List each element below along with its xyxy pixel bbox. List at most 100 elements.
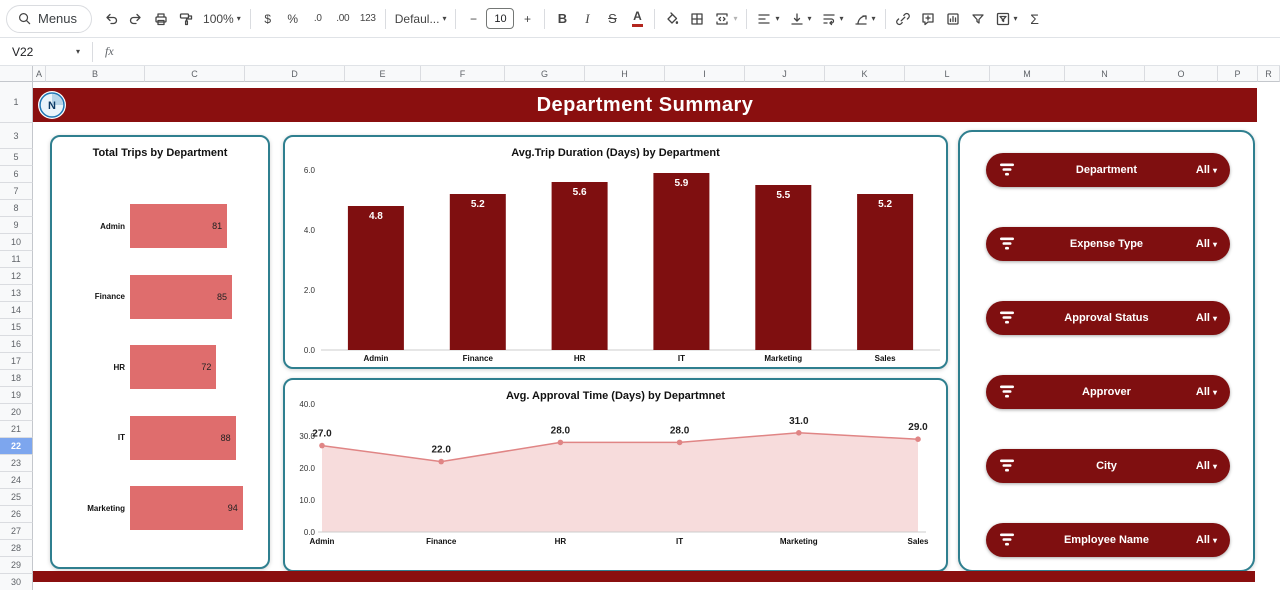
horizontal-align-button[interactable]: ▾ — [752, 6, 783, 32]
vertical-align-button[interactable]: ▾ — [785, 6, 816, 32]
row-header-5[interactable]: 5 — [0, 149, 33, 166]
row-header-15[interactable]: 15 — [0, 319, 33, 336]
slicer-city[interactable]: CityAll ▾ — [986, 449, 1230, 483]
row-header-6[interactable]: 6 — [0, 166, 33, 183]
functions-button[interactable]: Σ — [1023, 6, 1047, 32]
row-header-28[interactable]: 28 — [0, 540, 33, 557]
select-all-corner[interactable] — [0, 66, 33, 82]
column-header-N[interactable]: N — [1065, 66, 1145, 82]
column-header-A[interactable]: A — [33, 66, 46, 82]
decrease-decimal-button[interactable]: .0 — [306, 6, 330, 32]
insert-chart-button[interactable] — [941, 6, 965, 32]
row-header-10[interactable]: 10 — [0, 234, 33, 251]
slicer-approval-status[interactable]: Approval StatusAll ▾ — [986, 301, 1230, 335]
trip-duration-title: Avg.Trip Duration (Days) by Department — [285, 147, 946, 159]
slicer-value-dropdown[interactable]: All ▾ — [1196, 238, 1217, 250]
column-header-O[interactable]: O — [1145, 66, 1218, 82]
row-header-16[interactable]: 16 — [0, 336, 33, 353]
row-header-11[interactable]: 11 — [0, 251, 33, 268]
merge-cells-icon — [714, 11, 730, 27]
slicer-employee-name[interactable]: Employee NameAll ▾ — [986, 523, 1230, 557]
row-header-19[interactable]: 19 — [0, 387, 33, 404]
row-header-14[interactable]: 14 — [0, 302, 33, 319]
column-header-H[interactable]: H — [585, 66, 665, 82]
trip-duration-panel: Avg.Trip Duration (Days) by Department 0… — [283, 135, 948, 369]
text-color-button[interactable]: A — [625, 6, 649, 32]
text-rotation-button[interactable]: ▾ — [849, 6, 880, 32]
column-header-P[interactable]: P — [1218, 66, 1258, 82]
row-header-29[interactable]: 29 — [0, 557, 33, 574]
chevron-down-icon: ▾ — [442, 14, 446, 23]
borders-icon — [689, 11, 705, 27]
row-header-1[interactable]: 1 — [0, 82, 33, 123]
menus-button[interactable]: Menus — [6, 5, 92, 33]
column-header-D[interactable]: D — [245, 66, 345, 82]
slicer-department[interactable]: DepartmentAll ▾ — [986, 153, 1230, 187]
row-header-27[interactable]: 27 — [0, 523, 33, 540]
row-header-25[interactable]: 25 — [0, 489, 33, 506]
column-header-F[interactable]: F — [421, 66, 505, 82]
slicer-value-dropdown[interactable]: All ▾ — [1196, 534, 1217, 546]
decrease-font-size-button[interactable]: − — [461, 6, 485, 32]
column-header-I[interactable]: I — [665, 66, 745, 82]
bar-value-label: 85 — [217, 292, 227, 302]
filter-views-button[interactable]: ▾ — [991, 6, 1022, 32]
strikethrough-button[interactable]: S — [600, 6, 624, 32]
column-header-J[interactable]: J — [745, 66, 825, 82]
increase-decimal-button[interactable]: .00 — [331, 6, 355, 32]
zoom-select[interactable]: 100% ▾ — [199, 6, 245, 32]
increase-font-size-button[interactable]: + — [515, 6, 539, 32]
fill-color-button[interactable] — [660, 6, 684, 32]
currency-format-button[interactable]: $ — [256, 6, 280, 32]
percent-format-button[interactable]: % — [281, 6, 305, 32]
column-header-L[interactable]: L — [905, 66, 990, 82]
merge-cells-button[interactable]: ▾ — [710, 6, 741, 32]
slicer-value-dropdown[interactable]: All ▾ — [1196, 386, 1217, 398]
column-header-M[interactable]: M — [990, 66, 1065, 82]
row-header-8[interactable]: 8 — [0, 200, 33, 217]
row-header-17[interactable]: 17 — [0, 353, 33, 370]
column-header-K[interactable]: K — [825, 66, 905, 82]
row-header-21[interactable]: 21 — [0, 421, 33, 438]
chevron-down-icon: ▾ — [237, 14, 241, 23]
redo-button[interactable] — [124, 6, 148, 32]
formula-input[interactable] — [124, 38, 1280, 65]
row-header-12[interactable]: 12 — [0, 268, 33, 285]
bold-button[interactable]: B — [550, 6, 574, 32]
row-header-9[interactable]: 9 — [0, 217, 33, 234]
insert-comment-button[interactable] — [916, 6, 940, 32]
row-header-26[interactable]: 26 — [0, 506, 33, 523]
undo-button[interactable] — [99, 6, 123, 32]
column-header-R[interactable]: R — [1258, 66, 1280, 82]
insert-link-button[interactable] — [891, 6, 915, 32]
italic-button[interactable]: I — [575, 6, 599, 32]
font-select[interactable]: Defaul... ▾ — [391, 6, 451, 32]
column-header-B[interactable]: B — [46, 66, 145, 82]
row-header-13[interactable]: 13 — [0, 285, 33, 302]
slicer-value-dropdown[interactable]: All ▾ — [1196, 460, 1217, 472]
borders-button[interactable] — [685, 6, 709, 32]
row-header-30[interactable]: 30 — [0, 574, 33, 590]
column-header-C[interactable]: C — [145, 66, 245, 82]
slicer-approver[interactable]: ApproverAll ▾ — [986, 375, 1230, 409]
name-box[interactable]: V22 ▾ — [0, 45, 88, 59]
row-header-24[interactable]: 24 — [0, 472, 33, 489]
paint-format-button[interactable] — [174, 6, 198, 32]
row-header-18[interactable]: 18 — [0, 370, 33, 387]
font-size-input[interactable] — [486, 8, 514, 29]
row-header-22[interactable]: 22 — [0, 438, 33, 455]
row-header-7[interactable]: 7 — [0, 183, 33, 200]
row-header-20[interactable]: 20 — [0, 404, 33, 421]
column-header-E[interactable]: E — [345, 66, 421, 82]
print-button[interactable] — [149, 6, 173, 32]
row-header-3[interactable]: 3 — [0, 123, 33, 149]
slicer-value-dropdown[interactable]: All ▾ — [1196, 164, 1217, 176]
row-header-23[interactable]: 23 — [0, 455, 33, 472]
column-header-G[interactable]: G — [505, 66, 585, 82]
y-tick-label: 10.0 — [299, 496, 315, 505]
slicer-value-dropdown[interactable]: All ▾ — [1196, 312, 1217, 324]
create-filter-button[interactable] — [966, 6, 990, 32]
slicer-expense-type[interactable]: Expense TypeAll ▾ — [986, 227, 1230, 261]
text-wrap-button[interactable]: ▾ — [817, 6, 848, 32]
more-formats-button[interactable]: 123 — [356, 6, 380, 32]
